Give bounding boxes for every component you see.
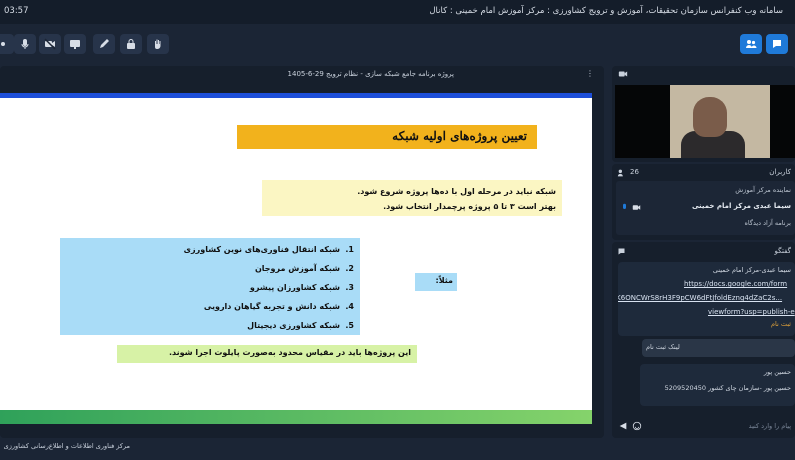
message-text: لینک ثبت نام [646,343,680,351]
clock: 03:57 [4,6,29,16]
draw-button[interactable] [93,34,115,54]
presenter-video [615,85,795,158]
presentation-menu-icon[interactable]: ⋮ [586,69,594,78]
chat-message: سیما عبدی-مرکز امام خمینی https://docs.g… [618,262,795,336]
more-button[interactable] [0,34,14,54]
slide-bottom-band [0,410,592,424]
lock-button[interactable] [120,34,142,54]
webcam-panel [612,66,795,162]
raise-hand-button[interactable] [147,34,169,54]
chat-input-placeholder: پیام را وارد کنید [748,422,791,430]
users-toggle-button[interactable] [740,34,762,54]
user-item[interactable]: نماینده مرکز آموزش سیما عبدی مرکز امام خ… [616,181,795,235]
list-item: 1.شبکه انتقال فناوری‌های نوین کشاورزی [183,245,354,254]
message-link[interactable]: https://docs.google.com/form FTK6ONCWrS8… [618,277,795,319]
lock-icon [127,39,135,49]
presentation-title: پروژه برنامه جامع شبکه سازی - نظام ترویج… [287,70,454,78]
screen-share-icon [70,40,80,49]
users-icon [746,40,757,48]
message-author: حسین پور [763,368,791,376]
microphone-icon [21,39,29,49]
camera-off-button[interactable] [39,34,61,54]
slide-note-line2: بهتر است ۳ تا ۵ پروژه پرچمدار انتخاب شود… [383,202,556,211]
chat-input[interactable]: پیام را وارد کنید [616,418,795,436]
user-group: نماینده مرکز آموزش [735,186,791,194]
list-item: 2.شبکه آموزش مروجان [254,264,354,273]
users-label: کاربران [769,168,791,176]
screen-share-button[interactable] [64,34,86,54]
presentation-header: پروژه برنامه جامع شبکه سازی - نظام ترویج… [0,66,604,84]
message-text: حسین پور -سازمان چای کشور 5209520450 [664,384,791,392]
chat-icon [773,40,781,48]
message-author: سیما عبدی-مرکز امام خمینی [712,266,791,274]
emoji-icon[interactable] [632,421,642,431]
list-item: 5.شبکه کشاورزی دیجیتال [247,321,354,330]
presenter-avatar [693,97,727,137]
microphone-button[interactable] [14,34,36,54]
microphone-icon [623,203,626,209]
camera-icon [618,71,628,77]
user-name: سیما عبدی مرکز امام خمینی [691,202,791,210]
users-count: 26 [630,168,639,176]
chat-message: حسین پور حسین پور -سازمان چای کشور 52095… [640,364,795,406]
chat-header: گفتگو [774,247,791,255]
slide-title: تعیین پروژه‌های اولیه شبکه [237,125,537,149]
slide-note-line1: شبکه نباید در مرحله اول با ده‌ها پروژه ش… [357,187,556,196]
user-subtitle: برنامه آزاد دیدگاه [744,219,791,227]
window-title: سامانه وب کنفرانس سازمان تحقیقات، آموزش … [429,6,783,16]
message-tag: ثبت نام [770,320,791,328]
slide-footer-note: این پروژه‌ها باید در مقیاس محدود به‌صورت… [117,345,417,363]
camera-icon [632,205,641,210]
camera-off-icon [44,38,56,50]
slide-note: شبکه نباید در مرحله اول با ده‌ها پروژه ش… [262,180,562,216]
list-item: 3.شبکه کشاورزان پیشرو [249,283,354,292]
chat-toggle-button[interactable] [766,34,788,54]
bottom-status: مرکز فناوری اطلاعات و اطلاع‌رسانی کشاورز… [3,442,130,450]
users-icon [617,169,623,177]
slide: تعیین پروژه‌های اولیه شبکه شبکه نباید در… [0,93,592,424]
chat-icon [618,248,625,255]
chat-message: لینک ثبت نام [642,339,795,357]
toolbar [0,30,795,60]
chat-panel: گفتگو سیما عبدی-مرکز امام خمینی https://… [612,242,795,438]
presentation-panel: پروژه برنامه جامع شبکه سازی - نظام ترویج… [0,66,604,438]
title-bar: 03:57 سامانه وب کنفرانس سازمان تحقیقات، … [0,0,795,24]
slide-project-list: 1.شبکه انتقال فناوری‌های نوین کشاورزی 2.… [60,238,360,335]
dots-icon [1,42,5,46]
list-item: 4.شبکه دانش و تجربه گیاهان دارویی [203,302,354,311]
send-icon[interactable] [618,421,628,431]
users-panel: 26 کاربران نماینده مرکز آموزش سیما عبدی … [612,164,795,240]
slide-top-band [0,93,592,98]
pencil-icon [100,39,109,48]
slide-example-label: مثلاً: [415,273,457,291]
hand-icon [155,39,161,49]
